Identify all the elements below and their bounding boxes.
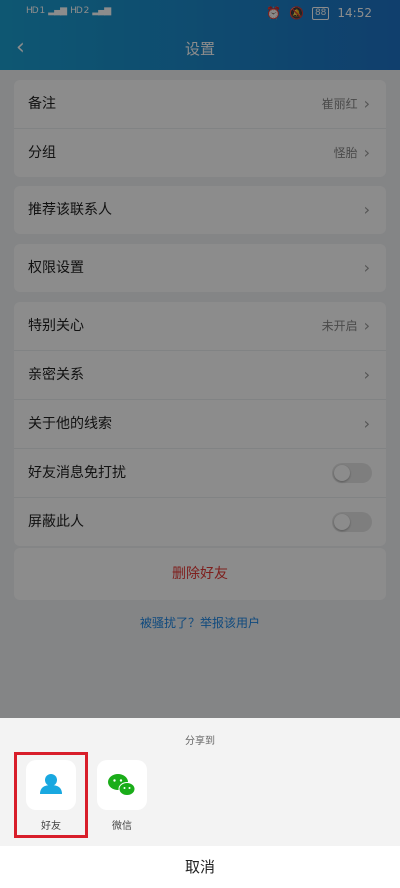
share-item-wechat[interactable]: 微信 [91,760,153,832]
dim-overlay[interactable] [0,0,400,718]
cancel-button[interactable]: 取消 [0,846,400,888]
settings-page: HD 1 ▂▄▆ HD 2 ▂▄▆ ⏰ 🔕 88 14:52 ‹ 设置 备注 崔… [0,0,400,888]
share-wechat-tile [97,760,147,810]
share-item-label: 微信 [112,821,132,832]
highlight-box [14,752,88,838]
wechat-icon [108,774,136,796]
share-sheet-title: 分享到 [185,736,215,747]
